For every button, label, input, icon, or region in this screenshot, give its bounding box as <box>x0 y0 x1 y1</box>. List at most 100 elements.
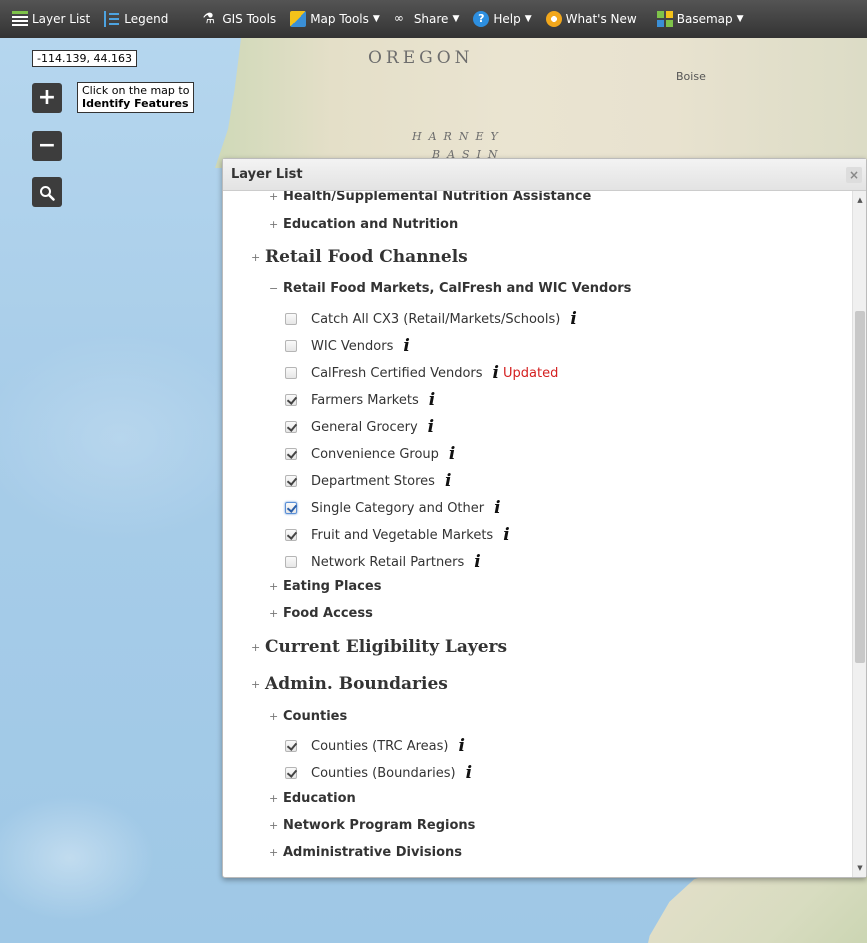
layer-label: General Grocery <box>311 419 418 435</box>
layer-item: Department Stores i <box>285 471 451 491</box>
layer-item: WIC Vendors i <box>285 336 410 356</box>
group-label: Current Eligibility Layers <box>265 637 508 657</box>
layer-item: Convenience Group i <box>285 444 455 464</box>
share-button[interactable]: ∞ Share ▼ <box>394 11 460 27</box>
layer-checkbox[interactable] <box>285 767 297 779</box>
info-icon[interactable]: i <box>449 444 455 464</box>
top-toolbar: Layer List Legend ⚗ GIS Tools Map Tools … <box>0 0 867 38</box>
layer-item: CalFresh Certified Vendors i Updated <box>285 363 558 383</box>
group-label: Counties <box>283 709 348 724</box>
share-label: Share <box>413 12 449 26</box>
compass-tool-icon: ⚗ <box>202 11 215 27</box>
layer-list-icon <box>12 11 28 27</box>
layer-label: Counties (Boundaries) <box>311 765 456 781</box>
help-label: Help <box>493 12 521 26</box>
map-tools-button[interactable]: Map Tools ▼ <box>290 11 380 27</box>
layer-item: Counties (TRC Areas) i <box>285 736 465 756</box>
updated-badge: Updated <box>503 365 559 381</box>
layer-group[interactable]: + Admin. Boundaries <box>251 674 448 694</box>
layer-checkbox[interactable] <box>285 340 297 352</box>
layer-checkbox[interactable] <box>285 367 297 379</box>
layer-label: Convenience Group <box>311 446 439 462</box>
info-icon[interactable]: i <box>403 336 409 356</box>
layer-item: General Grocery i <box>285 417 434 437</box>
expand-icon[interactable]: + <box>251 641 260 654</box>
collapse-icon[interactable]: − <box>269 282 278 295</box>
expand-icon[interactable]: + <box>269 607 278 620</box>
whats-new-button[interactable]: What's New <box>545 11 637 27</box>
layer-group[interactable]: + Education and Nutrition <box>269 217 458 232</box>
layer-group[interactable]: − Retail Food Markets, CalFresh and WIC … <box>269 281 631 296</box>
panel-header: Layer List × <box>223 159 866 191</box>
layer-group[interactable]: + Administrative Divisions <box>269 845 462 860</box>
scroll-down-icon[interactable]: ▼ <box>853 861 867 875</box>
vertical-scrollbar[interactable]: ▲ ▼ <box>852 191 866 877</box>
layer-label: Single Category and Other <box>311 500 485 516</box>
close-icon[interactable]: × <box>846 167 862 183</box>
map-label-boise: Boise <box>676 70 706 83</box>
chevron-down-icon: ▼ <box>452 14 460 24</box>
legend-button[interactable]: Legend <box>104 11 168 27</box>
search-icon <box>40 185 55 201</box>
layer-checkbox[interactable] <box>285 313 297 325</box>
info-icon[interactable]: i <box>445 471 451 491</box>
layer-checkbox[interactable] <box>285 556 297 568</box>
layer-group[interactable]: + Food Access <box>269 606 373 621</box>
layer-list-panel: Layer List × + Health/Supplemental Nutri… <box>222 158 867 878</box>
layer-group[interactable]: + Retail Food Channels <box>251 247 468 267</box>
expand-icon[interactable]: + <box>269 218 278 231</box>
layer-group[interactable]: + Current Eligibility Layers <box>251 637 507 657</box>
layer-checkbox[interactable] <box>285 475 297 487</box>
basemap-button[interactable]: Basemap ▼ <box>656 11 744 27</box>
layer-group[interactable]: + Counties <box>269 709 347 724</box>
zoom-in-button[interactable]: + <box>32 83 62 113</box>
group-label: Education and Nutrition <box>283 217 459 232</box>
layer-group[interactable]: + Network Program Regions <box>269 818 475 833</box>
expand-icon[interactable]: + <box>269 846 278 859</box>
layer-checkbox[interactable] <box>285 394 297 406</box>
expand-icon[interactable]: + <box>269 580 278 593</box>
expand-icon[interactable]: + <box>251 251 260 264</box>
help-icon: ? <box>473 11 490 27</box>
expand-icon[interactable]: + <box>269 819 278 832</box>
info-icon[interactable]: i <box>429 390 435 410</box>
layer-checkbox[interactable] <box>285 421 297 433</box>
layer-list-button[interactable]: Layer List <box>12 11 90 27</box>
expand-icon[interactable]: + <box>269 710 278 723</box>
layer-label: WIC Vendors <box>311 338 394 354</box>
scroll-up-icon[interactable]: ▲ <box>853 193 867 207</box>
layer-checkbox[interactable] <box>285 529 297 541</box>
layer-group[interactable]: + Education <box>269 791 356 806</box>
info-icon[interactable]: i <box>474 552 480 572</box>
search-button[interactable] <box>32 177 62 207</box>
layer-item: Counties (Boundaries) i <box>285 763 472 783</box>
identify-tip-text: Click on the map to <box>82 84 190 97</box>
scroll-thumb[interactable] <box>855 311 865 663</box>
layer-item: Single Category and Other i <box>285 498 501 518</box>
layer-tree: + Health/Supplemental Nutrition Assistan… <box>223 191 852 877</box>
group-label: Eating Places <box>283 579 382 594</box>
layer-checkbox[interactable] <box>285 448 297 460</box>
layer-item: Farmers Markets i <box>285 390 435 410</box>
info-icon[interactable]: i <box>428 417 434 437</box>
layer-group[interactable]: + Health/Supplemental Nutrition Assistan… <box>269 191 591 204</box>
layer-item: Fruit and Vegetable Markets i <box>285 525 510 545</box>
expand-icon[interactable]: + <box>269 191 278 203</box>
info-icon[interactable]: i <box>466 763 472 783</box>
link-icon: ∞ <box>393 11 404 25</box>
group-label: Health/Supplemental Nutrition Assistance <box>283 191 592 204</box>
layer-checkbox[interactable] <box>285 502 297 514</box>
expand-icon[interactable]: + <box>251 678 260 691</box>
layer-label: Network Retail Partners <box>311 554 465 570</box>
info-icon[interactable]: i <box>459 736 465 756</box>
help-button[interactable]: ? Help ▼ <box>473 11 532 27</box>
info-icon[interactable]: i <box>503 525 509 545</box>
gis-tools-button[interactable]: ⚗ GIS Tools <box>202 11 276 27</box>
layer-group[interactable]: + Eating Places <box>269 579 381 594</box>
info-icon[interactable]: i <box>493 363 499 383</box>
info-icon[interactable]: i <box>494 498 500 518</box>
zoom-out-button[interactable]: − <box>32 131 62 161</box>
expand-icon[interactable]: + <box>269 792 278 805</box>
layer-checkbox[interactable] <box>285 740 297 752</box>
info-icon[interactable]: i <box>570 309 576 329</box>
